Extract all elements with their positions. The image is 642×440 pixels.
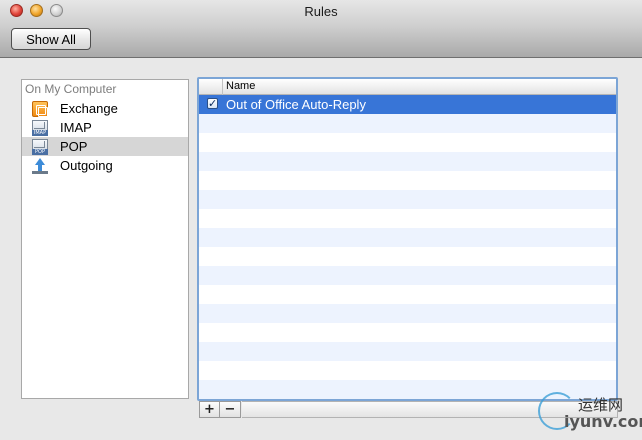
enabled-column-header[interactable] — [199, 79, 223, 95]
empty-row — [199, 304, 616, 323]
sidebar-item-label: POP — [60, 139, 88, 154]
sidebar-item-exchange[interactable]: Exchange — [22, 99, 188, 118]
empty-row — [199, 190, 616, 209]
add-rule-button[interactable]: + — [199, 401, 220, 418]
imap-mail-icon: IMAP — [32, 119, 48, 136]
sidebar-item-label: Exchange — [60, 101, 118, 116]
empty-row — [199, 266, 616, 285]
empty-row — [199, 209, 616, 228]
empty-row — [199, 285, 616, 304]
table-header: Name — [199, 79, 616, 95]
outgoing-icon — [32, 157, 48, 174]
exchange-icon — [32, 100, 48, 117]
pop-mail-icon: POP — [32, 138, 48, 155]
rules-table[interactable]: Name ✓ Out of Office Auto-Reply — [197, 77, 618, 401]
empty-row — [199, 323, 616, 342]
name-column-header[interactable]: Name — [226, 80, 255, 92]
sidebar-item-label: Outgoing — [60, 158, 113, 173]
rule-name: Out of Office Auto-Reply — [226, 97, 366, 112]
sidebar-item-imap[interactable]: IMAP IMAP — [22, 118, 188, 137]
add-remove-bar: + − — [199, 401, 242, 418]
account-list: On My Computer Exchange IMAP IMAP POP PO… — [21, 79, 189, 399]
remove-rule-button[interactable]: − — [220, 401, 241, 418]
sidebar-item-outgoing[interactable]: Outgoing — [22, 156, 188, 175]
sidebar-item-pop[interactable]: POP POP — [22, 137, 188, 156]
window-title: Rules — [304, 4, 338, 19]
empty-row — [199, 247, 616, 266]
table-row[interactable]: ✓ Out of Office Auto-Reply — [199, 95, 616, 114]
watermark: 运维网 iyunv.com — [538, 388, 642, 438]
rules-rows: ✓ Out of Office Auto-Reply — [199, 95, 616, 399]
sidebar-item-label: IMAP — [60, 120, 92, 135]
empty-row — [199, 152, 616, 171]
empty-row — [199, 228, 616, 247]
window-toolbar: Rules Show All — [0, 0, 642, 58]
empty-row — [199, 361, 616, 380]
watermark-url-text: iyunv.com — [564, 412, 642, 431]
empty-row — [199, 342, 616, 361]
show-all-button[interactable]: Show All — [11, 28, 91, 50]
empty-row — [199, 133, 616, 152]
empty-row — [199, 171, 616, 190]
group-header-on-my-computer: On My Computer — [25, 82, 117, 96]
empty-row — [199, 114, 616, 133]
rule-enabled-checkbox[interactable]: ✓ — [207, 98, 218, 109]
